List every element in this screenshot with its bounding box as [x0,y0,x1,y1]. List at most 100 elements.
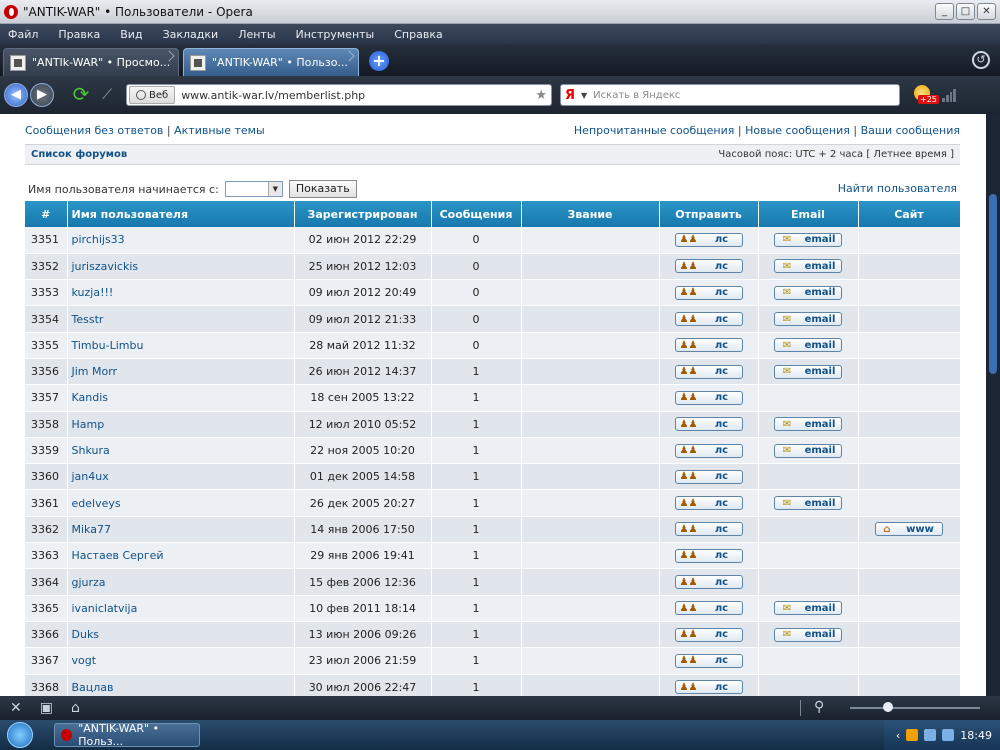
col-username[interactable]: Имя пользователя [67,201,295,227]
post-count[interactable]: 0 [431,253,522,281]
menu-view[interactable]: Вид [120,28,142,41]
pm-button[interactable]: ♟♟ лс [674,548,743,563]
menu-edit[interactable]: Правка [58,28,100,41]
username-link[interactable]: Jim Morr [67,358,295,386]
pm-button[interactable]: ♟♟ лс [674,338,743,353]
username-link[interactable]: Вацлав [67,674,295,696]
pm-button[interactable]: ♟♟ лс [674,443,743,458]
post-count[interactable]: 0 [431,305,522,333]
www-button[interactable]: ⌂ www [875,522,943,537]
volume-icon[interactable] [942,729,955,741]
chevron-left-icon[interactable]: ‹ [896,729,900,742]
email-button[interactable]: ✉ email [774,601,842,616]
page-scrollbar[interactable] [986,114,1000,696]
link-active-topics[interactable]: Активные темы [174,124,265,137]
maximize-button[interactable]: □ [956,3,975,20]
col-number[interactable]: # [25,201,68,227]
web-badge[interactable]: Веб [129,86,176,104]
chevron-down-icon[interactable]: ▼ [267,182,282,196]
pm-button[interactable]: ♟♟ лс [674,312,743,327]
post-count[interactable]: 1 [431,358,522,386]
username-link[interactable]: Timbu-Limbu [67,332,295,359]
unite-icon[interactable]: ▣ [40,700,53,716]
turbo-icon[interactable]: ⌂ [71,700,80,716]
menu-bookmarks[interactable]: Закладки [163,28,219,41]
pm-button[interactable]: ♟♟ лс [674,496,743,511]
address-field[interactable]: Веб www.antik-war.lv/memberlist.php ★ [126,84,552,106]
tab-browse[interactable]: "ANTIk-WAR" • Просмо... [3,48,179,76]
username-link[interactable]: ivaniclatvija [67,595,295,622]
username-link[interactable]: pirchijs33 [67,227,295,254]
username-link[interactable]: jan4ux [67,463,295,491]
tray-app-icon[interactable] [906,729,919,741]
username-link[interactable]: Настаев Сергей [67,542,295,570]
username-link[interactable]: Kandis [67,384,295,412]
wand-icon[interactable]: ⟋ [94,83,120,107]
post-count[interactable]: 0 [431,227,522,254]
pm-button[interactable]: ♟♟ лс [674,680,743,695]
pm-button[interactable]: ♟♟ лс [674,522,743,537]
chevron-down-icon[interactable]: ▼ [581,91,587,100]
post-count[interactable]: 1 [431,568,522,596]
find-user-link[interactable]: Найти пользователя [838,182,957,195]
email-button[interactable]: ✉ email [774,312,842,327]
username-link[interactable]: Hamp [67,411,295,438]
username-link[interactable]: Shkura [67,437,295,465]
close-button[interactable]: ✕ [977,3,996,20]
col-posts[interactable]: Сообщения [431,201,522,227]
email-button[interactable]: ✉ email [774,285,842,300]
taskbar-opera-window[interactable]: "ANTIK-WAR" • Польз... [54,722,200,748]
zoom-slider[interactable] [850,707,980,709]
post-count[interactable]: 1 [431,542,522,570]
pm-button[interactable]: ♟♟ лс [674,575,743,589]
email-button[interactable]: ✉ email [774,259,842,274]
email-button[interactable]: ✉ email [774,443,842,458]
new-tab-button[interactable]: + [369,51,389,71]
post-count[interactable]: 1 [431,489,522,517]
back-button[interactable]: ◀ [4,83,28,107]
trash-icon[interactable]: ↺ [972,51,990,69]
show-button[interactable]: Показать [288,180,357,198]
pm-button[interactable]: ♟♟ лс [674,601,743,616]
pm-button[interactable]: ♟♟ лс [674,232,743,247]
letter-select[interactable]: ▼ [224,181,283,197]
email-button[interactable]: ✉ email [774,232,842,247]
post-count[interactable]: 1 [431,437,522,465]
forward-button[interactable]: ▶ [30,83,54,107]
pm-button[interactable]: ♟♟ лс [674,653,743,668]
col-email[interactable]: Email [758,201,859,227]
start-button[interactable] [0,720,40,750]
pm-button[interactable]: ♟♟ лс [674,390,743,405]
post-count[interactable]: 1 [431,621,522,649]
post-count[interactable]: 0 [431,279,522,307]
minimize-button[interactable]: _ [935,3,954,20]
scrollbar-thumb[interactable] [989,194,997,374]
username-link[interactable]: edelveys [67,489,295,517]
username-link[interactable]: Mika77 [67,516,295,544]
post-count[interactable]: 1 [431,516,522,544]
menu-file[interactable]: Файл [8,28,38,41]
link-your-posts[interactable]: Ваши сообщения [861,124,960,137]
post-count[interactable]: 1 [431,647,522,675]
pm-button[interactable]: ♟♟ лс [674,417,743,432]
forum-list-link[interactable]: Список форумов [31,149,127,160]
network-icon[interactable] [924,729,937,741]
post-count[interactable]: 1 [431,595,522,622]
email-button[interactable]: ✉ email [774,364,842,379]
post-count[interactable]: 1 [431,384,522,412]
speed-dial-icon[interactable]: +25 [912,83,939,107]
username-link[interactable]: juriszavickis [67,253,295,281]
post-count[interactable]: 0 [431,332,522,359]
pm-button[interactable]: ♟♟ лс [674,259,743,274]
email-button[interactable]: ✉ email [774,417,842,432]
reload-icon[interactable]: ⟳ [68,83,94,107]
pm-button[interactable]: ♟♟ лс [674,364,743,379]
search-placeholder[interactable]: Искать в Яндекс [593,90,680,101]
menu-feeds[interactable]: Ленты [238,28,275,41]
link-unanswered[interactable]: Сообщения без ответов [25,124,163,137]
email-button[interactable]: ✉ email [774,627,842,642]
col-site[interactable]: Сайт [858,201,961,227]
tools-icon[interactable]: ✕ [10,700,22,716]
menu-tools[interactable]: Инструменты [296,28,375,41]
pm-button[interactable]: ♟♟ лс [674,285,743,300]
